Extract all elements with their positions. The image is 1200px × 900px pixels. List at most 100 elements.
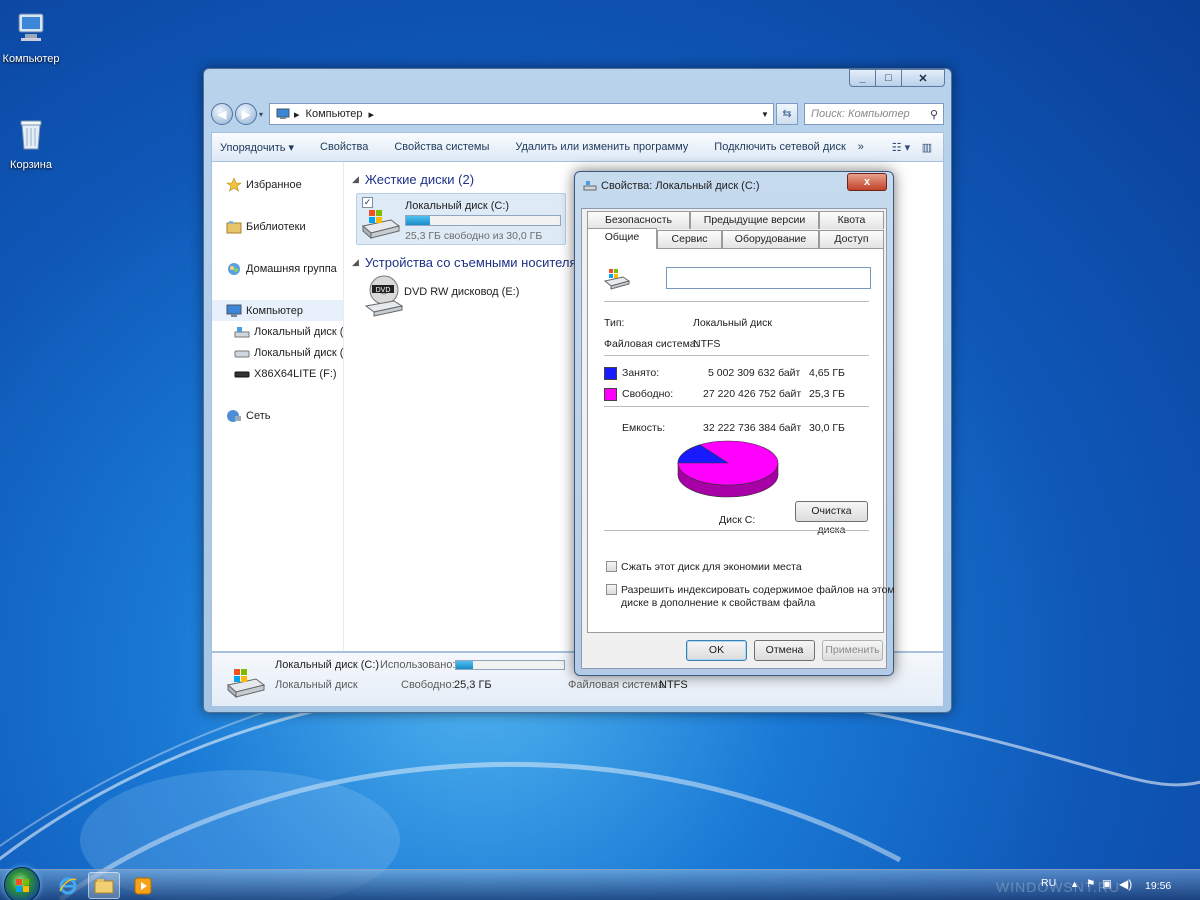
search-icon[interactable]: ⚲ <box>925 108 943 121</box>
tab-sharing[interactable]: Доступ <box>819 230 884 248</box>
nav-favorites[interactable]: Избранное <box>212 174 343 195</box>
start-button[interactable] <box>4 867 40 900</box>
nav-libraries[interactable]: Библиотеки <box>212 216 343 237</box>
general-tab-panel: Тип: Локальный диск Файловая система: NT… <box>587 248 895 633</box>
nav-homegroup[interactable]: Домашняя группа <box>212 258 343 279</box>
group-title: Устройства со съемными носителям <box>364 255 586 270</box>
maximize-button[interactable]: □ <box>875 69 901 87</box>
drive-icon <box>604 269 630 290</box>
group-title: Жесткие диски (2) <box>364 172 475 187</box>
disk-cleanup-button[interactable]: Очистка диска <box>795 501 868 536</box>
type-label: Тип: <box>604 317 625 329</box>
drive-usage-bar <box>405 215 561 226</box>
svg-text:DVD: DVD <box>376 287 391 294</box>
system-drive-icon <box>226 669 266 699</box>
free-space-swatch <box>604 388 617 401</box>
tab-general[interactable]: Общие <box>587 228 657 249</box>
language-indicator[interactable]: RU <box>1041 877 1056 889</box>
navigation-pane: Избранное Библиотеки Домашняя группа Ком… <box>212 162 344 651</box>
preview-pane-icon[interactable]: ▥ <box>917 138 937 156</box>
details-fs-label: Файловая система: <box>568 679 668 691</box>
computer-icon <box>18 13 44 41</box>
tab-quota[interactable]: Квота <box>819 211 884 229</box>
details-used-label: Использовано: <box>380 659 456 671</box>
divider <box>604 406 869 407</box>
recycle-bin-icon <box>20 120 42 150</box>
free-bytes: 27 220 426 752 байт <box>703 388 802 400</box>
show-hidden-icons[interactable]: ▲ <box>1070 879 1079 889</box>
tab-hardware[interactable]: Оборудование <box>722 230 819 248</box>
drive-usage-fill <box>406 216 430 225</box>
desktop-icon-recycle-bin[interactable]: Корзина <box>0 116 66 171</box>
system-drive-icon <box>361 210 401 240</box>
properties-dialog: Свойства: Локальный диск (C:) x Безопасн… <box>574 171 895 676</box>
taskbar-explorer[interactable] <box>88 872 120 899</box>
system-properties-button[interactable]: Свойства системы <box>394 141 489 153</box>
tab-tools[interactable]: Сервис <box>657 230 722 248</box>
more-commands-button[interactable]: » <box>858 141 864 153</box>
tab-previous-versions[interactable]: Предыдущие версии <box>690 211 819 229</box>
tab-security[interactable]: Безопасность <box>587 211 690 229</box>
clock[interactable]: 19:56 <box>1145 880 1171 892</box>
fs-value: NTFS <box>693 338 721 350</box>
nav-usb-drive[interactable]: X86X64LITE (F:) <box>212 363 343 384</box>
drive-free-space: 25,3 ГБ свободно из 30,0 ГБ <box>405 230 543 242</box>
taskbar-internet-explorer[interactable] <box>52 872 84 899</box>
details-free-label: Свободно: <box>401 679 455 691</box>
command-bar: Упорядочить ▾ Свойства Свойства системы … <box>211 132 944 162</box>
breadcrumb-separator[interactable]: ▸ <box>294 108 300 121</box>
nav-drive-d[interactable]: Локальный диск (D <box>212 342 343 363</box>
dialog-titlebar[interactable]: Свойства: Локальный диск (C:) <box>583 180 760 192</box>
nav-computer[interactable]: Компьютер <box>212 300 343 321</box>
used-space-swatch <box>604 367 617 380</box>
forward-button[interactable]: ▶ <box>235 103 257 125</box>
volume-label-input[interactable] <box>666 267 871 289</box>
divider <box>604 301 869 302</box>
close-button[interactable]: ✕ <box>901 69 945 87</box>
taskbar: WINDOWSNT.RU RU ▲ ⚑ ▣ ◀) 19:56 <box>0 867 1200 900</box>
collapse-icon[interactable]: ◢ <box>352 174 359 185</box>
change-view-icon[interactable]: ☷ ▾ <box>891 138 911 156</box>
taskbar-media-player[interactable] <box>127 872 159 899</box>
drive-c-tile[interactable]: ✓ Локальный диск (C:) 25,3 ГБ свободно и… <box>356 193 566 245</box>
desktop-icon-label: Компьютер <box>2 53 60 65</box>
desktop-icon-label: Корзина <box>10 159 52 171</box>
uninstall-program-button[interactable]: Удалить или изменить программу <box>515 141 688 153</box>
used-gb: 4,65 ГБ <box>809 367 845 379</box>
free-label: Свободно: <box>622 388 674 400</box>
search-placeholder: Поиск: Компьютер <box>811 108 910 120</box>
breadcrumb-computer[interactable]: Компьютер <box>306 108 363 120</box>
address-dropdown-icon[interactable]: ▼ <box>757 110 773 119</box>
nav-drive-c[interactable]: Локальный диск (С <box>212 321 343 342</box>
history-dropdown-icon[interactable]: ▾ <box>259 110 263 119</box>
desktop-icon-computer[interactable]: Компьютер <box>0 10 66 65</box>
dvd-drive-icon: DVD <box>364 275 404 317</box>
ok-button[interactable]: OK <box>686 640 747 661</box>
refresh-button[interactable]: ⇆ <box>776 103 799 125</box>
apply-button[interactable]: Применить <box>822 640 883 661</box>
index-label-line2: диске в дополнение к свойствам файла <box>621 597 816 609</box>
compress-checkbox[interactable] <box>606 561 617 572</box>
network-tray-icon[interactable]: ▣ <box>1102 878 1112 890</box>
organize-button[interactable]: Упорядочить ▾ <box>220 141 294 154</box>
index-checkbox[interactable] <box>606 584 617 595</box>
folder-icon <box>94 878 114 893</box>
collapse-icon[interactable]: ◢ <box>352 257 359 268</box>
properties-button[interactable]: Свойства <box>320 141 368 153</box>
drive-icon <box>234 350 250 357</box>
used-bytes: 5 002 309 632 байт <box>708 367 801 379</box>
cancel-button[interactable]: Отмена <box>754 640 815 661</box>
nav-label: Библиотеки <box>246 220 306 233</box>
nav-network[interactable]: Сеть <box>212 405 343 426</box>
address-bar[interactable]: ▸ Компьютер ▸ ▼ <box>269 103 775 125</box>
action-center-icon[interactable]: ⚑ <box>1086 878 1095 890</box>
back-button[interactable]: ◀ <box>211 103 233 125</box>
star-icon <box>226 177 242 192</box>
dialog-close-button[interactable]: x <box>847 173 887 191</box>
computer-icon <box>226 304 242 317</box>
breadcrumb-separator[interactable]: ▸ <box>368 108 374 121</box>
volume-icon[interactable]: ◀) <box>1119 877 1132 891</box>
map-network-drive-button[interactable]: Подключить сетевой диск <box>714 141 845 153</box>
minimize-button[interactable]: _ <box>849 69 875 87</box>
search-input[interactable]: Поиск: Компьютер ⚲ <box>804 103 944 125</box>
